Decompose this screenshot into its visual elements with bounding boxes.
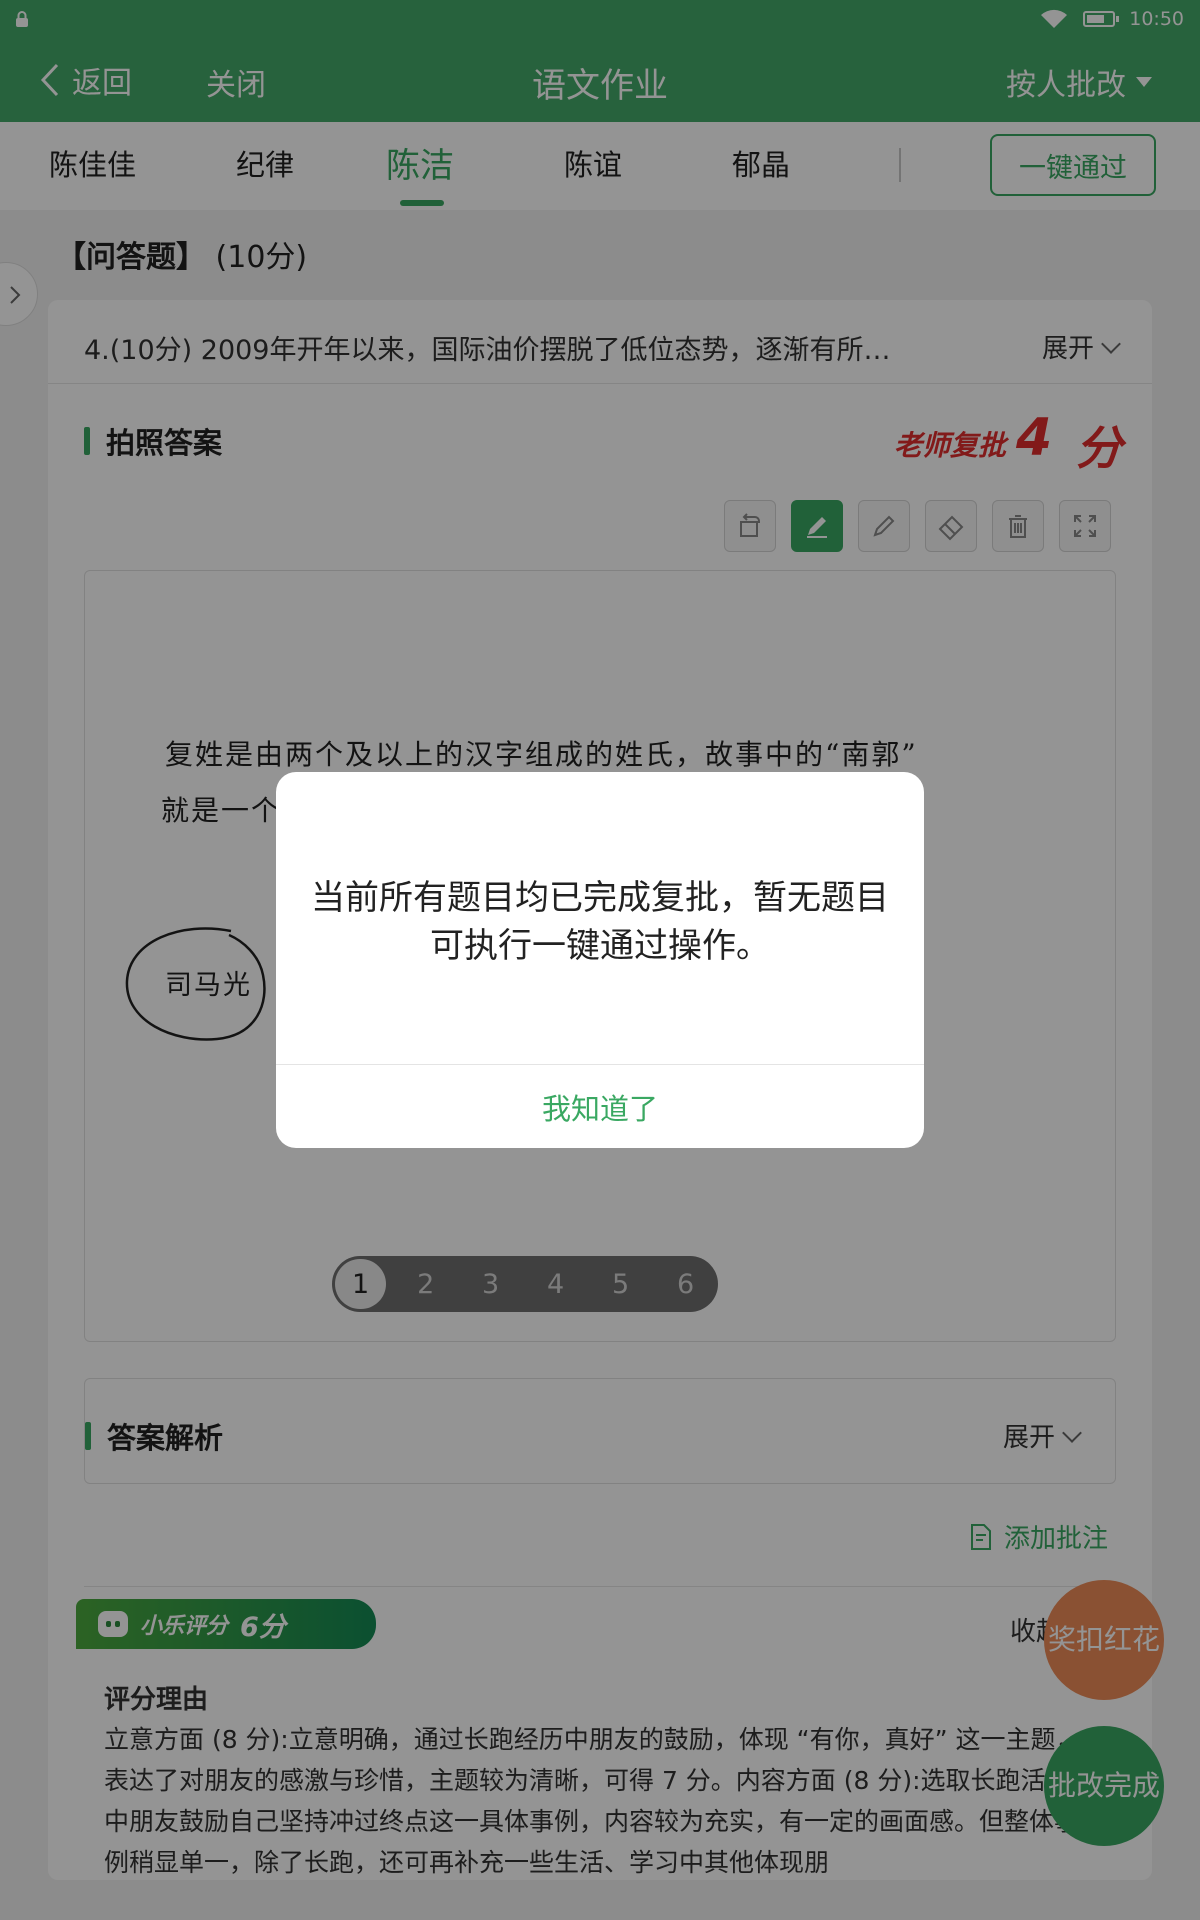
dialog-message: 当前所有题目均已完成复批，暂无题目可执行一键通过操作。 xyxy=(311,878,889,966)
dialog-confirm-button[interactable]: 我知道了 xyxy=(276,1065,924,1148)
alert-dialog: 当前所有题目均已完成复批，暂无题目可执行一键通过操作。 我知道了 xyxy=(276,772,924,1148)
